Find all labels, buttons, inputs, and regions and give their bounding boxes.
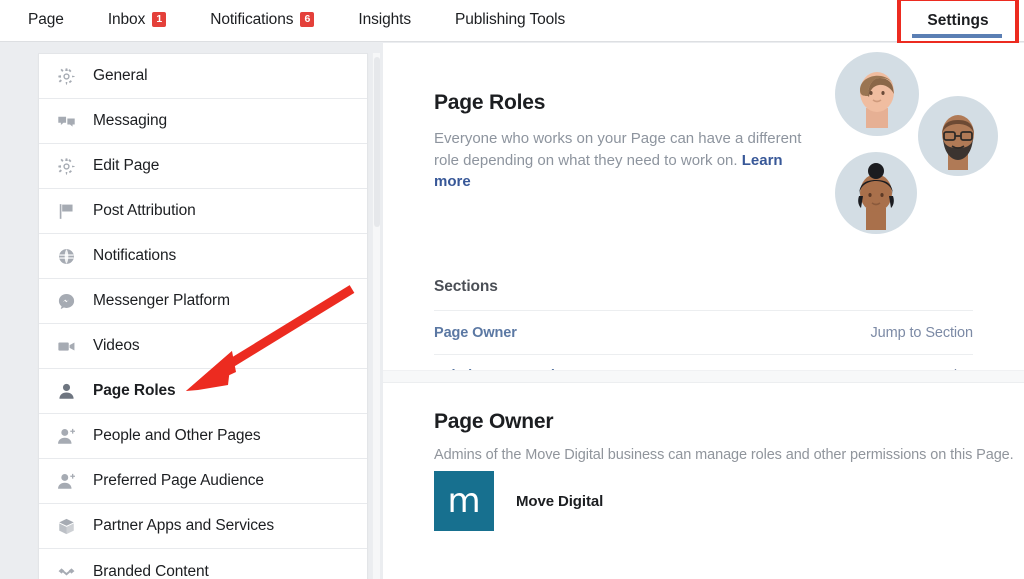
messenger-icon	[55, 290, 77, 312]
top-navigation-bar: Page Inbox 1 Notifications 6 Insights Publishi…	[0, 0, 1024, 45]
sidebar-item-label: Edit Page	[93, 157, 160, 174]
tab-settings-label: Settings	[927, 11, 989, 29]
page-root: Page Inbox 1 Notifications 6 Insights Publishi…	[0, 0, 1024, 579]
video-camera-icon	[55, 335, 77, 357]
sidebar-item-preferred-page-audience[interactable]: Preferred Page Audience	[39, 459, 367, 504]
sections-list: Page OwnerJump to SectionExisting Page R…	[434, 310, 973, 370]
avatar-woman-bun	[835, 152, 917, 234]
sidebar-item-label: General	[93, 67, 148, 84]
nav-tab-label: Page	[28, 10, 64, 28]
avatar-woman-short-hair	[835, 52, 919, 136]
sidebar-scrollbar-thumb[interactable]	[374, 57, 380, 227]
sidebar-item-label: Page Roles	[93, 382, 176, 399]
nav-tab-label: Insights	[358, 10, 411, 28]
page-owner-title: Page Owner	[434, 410, 554, 433]
main-content: Page Roles Everyone who works on your Pa…	[383, 43, 1024, 579]
settings-sidebar: General Messaging Edit Page Post Attributio…	[38, 53, 368, 579]
page-owner-description: Admins of the Move Digital business can …	[434, 447, 1014, 463]
sidebar-item-partner-apps-and-services[interactable]: Partner Apps and Services	[39, 504, 367, 549]
box-icon	[55, 515, 77, 537]
sidebar-item-label: Branded Content	[93, 562, 209, 579]
section-link[interactable]: Existing Page Roles	[434, 368, 571, 370]
sidebar-item-videos[interactable]: Videos	[39, 324, 367, 369]
sidebar-item-label: Partner Apps and Services	[93, 517, 275, 534]
sidebar-item-notifications[interactable]: Notifications	[39, 234, 367, 279]
sidebar-item-people-and-other-pages[interactable]: People and Other Pages	[39, 414, 367, 459]
page-roles-description: Everyone who works on your Page can have…	[434, 128, 804, 193]
page-owner-logo-letter: m	[447, 481, 481, 521]
page-owner-logo: m	[434, 471, 494, 531]
sidebar-item-label: Videos	[93, 337, 140, 354]
jump-to-section-link[interactable]: Jump to Section	[871, 325, 974, 341]
nav-tab-insights[interactable]: Insights	[336, 0, 433, 39]
sidebar-item-post-attribution[interactable]: Post Attribution	[39, 189, 367, 234]
gear-icon	[55, 65, 77, 87]
page-owner-name: Move Digital	[516, 492, 604, 510]
nav-tab-label: Publishing Tools	[455, 10, 566, 28]
sections-heading: Sections	[434, 278, 498, 295]
section-link[interactable]: Page Owner	[434, 325, 517, 341]
sidebar-item-general[interactable]: General	[39, 54, 367, 99]
nav-tab-page[interactable]: Page	[6, 0, 86, 39]
nav-tab-inbox[interactable]: Inbox 1	[86, 0, 188, 39]
page-owner-card: Page Owner Admins of the Move Digital bu…	[383, 383, 1024, 578]
avatar-man-beard-glasses	[918, 96, 998, 176]
sidebar-item-label: Preferred Page Audience	[93, 472, 264, 489]
jump-to-section-link[interactable]: Jump to Section	[871, 368, 974, 370]
sidebar-item-branded-content[interactable]: Branded Content	[39, 549, 367, 579]
sidebar-item-label: Messenger Platform	[93, 292, 230, 309]
nav-tab-badge: 6	[300, 12, 315, 27]
card-separator	[383, 370, 1024, 383]
sidebar-item-messenger-platform[interactable]: Messenger Platform	[39, 279, 367, 324]
person-add-icon	[55, 470, 77, 492]
flag-icon	[55, 200, 77, 222]
section-row: Page Owner Jump to Section	[434, 310, 973, 354]
person-icon	[55, 380, 77, 402]
nav-tab-label: Inbox	[107, 10, 146, 28]
nav-tab-publishing-tools[interactable]: Publishing Tools	[433, 0, 587, 39]
tab-settings-active-underline	[912, 34, 1002, 38]
gear-icon	[55, 155, 77, 177]
sidebar-scrollbar[interactable]	[372, 53, 380, 579]
nav-tab-notifications[interactable]: Notifications 6	[188, 0, 336, 39]
globe-icon	[55, 245, 77, 267]
nav-tab-badge: 1	[152, 12, 167, 27]
sidebar-item-edit-page[interactable]: Edit Page	[39, 144, 367, 189]
section-row: Existing Page Roles Jump to Section	[434, 354, 973, 370]
sidebar-item-label: Messaging	[93, 112, 168, 129]
handshake-icon	[55, 561, 77, 579]
chat-bubbles-icon	[55, 110, 77, 132]
sidebar-item-label: People and Other Pages	[93, 427, 261, 444]
nav-tab-label: Notifications	[210, 10, 294, 28]
page-title: Page Roles	[434, 91, 546, 114]
sidebar-item-messaging[interactable]: Messaging	[39, 99, 367, 144]
sidebar-item-label: Notifications	[93, 247, 177, 264]
page-owner-entry[interactable]: m Move Digital	[434, 471, 603, 531]
person-add-icon	[55, 425, 77, 447]
sidebar-item-label: Post Attribution	[93, 202, 196, 219]
page-roles-intro-card: Page Roles Everyone who works on your Pa…	[383, 43, 1024, 370]
nav-tab-list: Page Inbox 1 Notifications 6 Insights Publishi…	[0, 0, 1024, 42]
sidebar-item-page-roles[interactable]: Page Roles	[39, 369, 367, 414]
